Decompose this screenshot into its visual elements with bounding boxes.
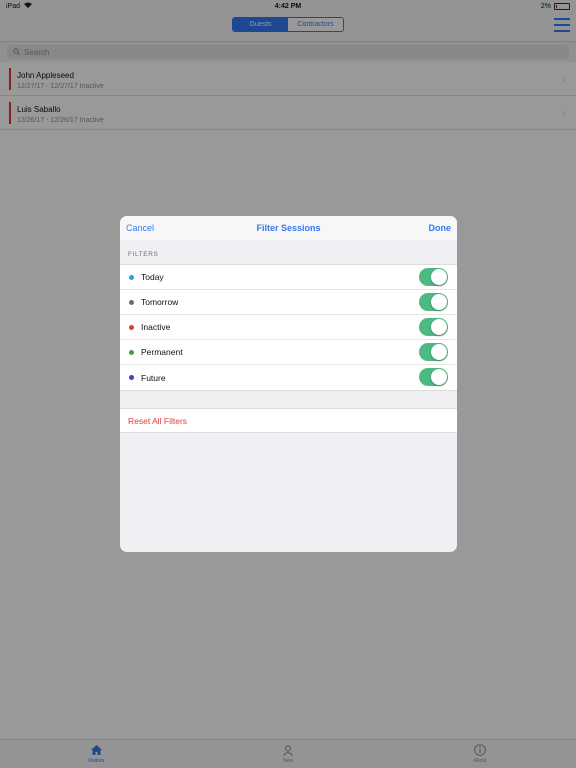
filter-label: Future: [141, 372, 166, 383]
color-dot: [129, 299, 134, 305]
filter-row-today: Today: [120, 265, 457, 290]
filter-list: Today Tomorrow Inactive Permanent Future: [120, 264, 457, 391]
tomorrow-toggle[interactable]: [419, 293, 448, 311]
cancel-button[interactable]: Cancel: [126, 223, 154, 233]
modal-title: Filter Sessions: [256, 223, 321, 233]
color-dot: [129, 375, 134, 380]
filter-row-tomorrow: Tomorrow: [120, 290, 457, 315]
filters-section-label: FILTERS: [128, 251, 159, 258]
filter-row-inactive: Inactive: [120, 315, 457, 340]
modal-header: Cancel Filter Sessions Done: [120, 216, 457, 240]
reset-all-filters-button[interactable]: Reset All Filters: [120, 408, 457, 433]
filter-label: Permanent: [141, 347, 183, 357]
filter-sessions-modal: Cancel Filter Sessions Done FILTERS Toda…: [120, 216, 457, 552]
color-dot: [129, 324, 134, 330]
done-button[interactable]: Done: [429, 223, 452, 233]
permanent-toggle[interactable]: [419, 343, 448, 361]
filter-row-permanent: Permanent: [120, 340, 457, 365]
filter-row-future: Future: [120, 365, 457, 390]
color-dot: [129, 349, 134, 355]
filter-label: Tomorrow: [141, 297, 179, 307]
filter-label: Today: [141, 272, 164, 282]
today-toggle[interactable]: [419, 268, 448, 286]
future-toggle[interactable]: [419, 368, 448, 386]
color-dot: [129, 274, 134, 280]
filter-label: Inactive: [141, 322, 171, 332]
inactive-toggle[interactable]: [419, 318, 448, 336]
